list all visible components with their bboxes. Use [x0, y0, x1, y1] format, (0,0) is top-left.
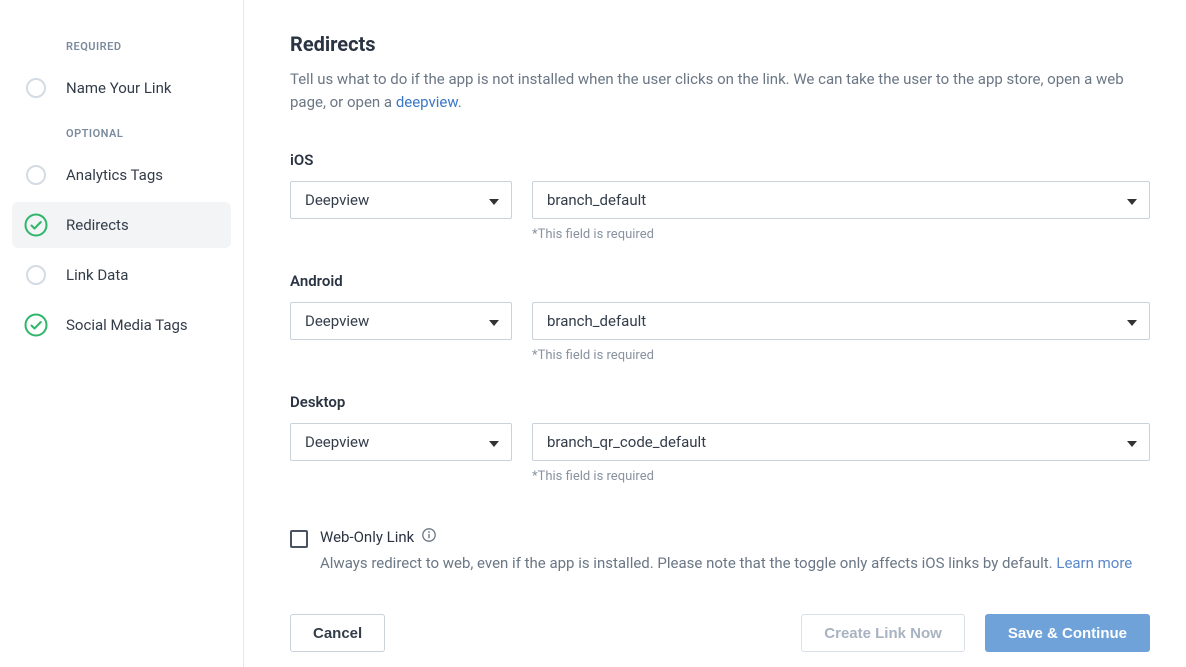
web-only-checkbox[interactable]: [290, 530, 308, 548]
sidebar: REQUIRED Name Your Link OPTIONAL Analyti…: [0, 0, 244, 667]
select-value: branch_default: [547, 312, 646, 330]
web-only-block: Web-Only Link Always redirect to web, ev…: [290, 528, 1150, 575]
desc-suffix: .: [458, 93, 462, 111]
create-link-now-button[interactable]: Create Link Now: [801, 614, 965, 652]
select-value: branch_default: [547, 191, 646, 209]
select-value: branch_qr_code_default: [547, 433, 706, 451]
sidebar-item-name-your-link[interactable]: Name Your Link: [12, 65, 231, 111]
ios-type-select[interactable]: Deepview: [290, 181, 512, 219]
helper-required: *This field is required: [532, 469, 1150, 484]
footer-actions: Cancel Create Link Now Save & Continue: [290, 614, 1150, 652]
android-type-select[interactable]: Deepview: [290, 302, 512, 340]
sidebar-header-optional: OPTIONAL: [12, 115, 231, 152]
chevron-down-icon: [1127, 433, 1137, 451]
web-only-desc-text: Always redirect to web, even if the app …: [320, 554, 1056, 572]
web-only-title-row: Web-Only Link: [320, 528, 1132, 546]
deepview-link[interactable]: deepview: [396, 93, 458, 111]
main-content: Redirects Tell us what to do if the app …: [244, 0, 1186, 667]
ios-value-select[interactable]: branch_default: [532, 181, 1150, 219]
chevron-down-icon: [489, 312, 499, 330]
chevron-down-icon: [489, 191, 499, 209]
desktop-type-select[interactable]: Deepview: [290, 423, 512, 461]
sidebar-item-label: Redirects: [66, 216, 129, 234]
sidebar-item-link-data[interactable]: Link Data: [12, 252, 231, 298]
sidebar-item-label: Name Your Link: [66, 79, 171, 97]
sidebar-item-label: Link Data: [66, 266, 128, 284]
desktop-value-select[interactable]: branch_qr_code_default: [532, 423, 1150, 461]
status-complete-icon: [24, 213, 48, 237]
select-value: Deepview: [305, 433, 369, 451]
android-value-select[interactable]: branch_default: [532, 302, 1150, 340]
field-block-desktop: Desktop Deepview branch_qr_code_default …: [290, 393, 1150, 484]
field-block-ios: iOS Deepview branch_default *This field …: [290, 151, 1150, 242]
sidebar-item-social-media-tags[interactable]: Social Media Tags: [12, 302, 231, 348]
sidebar-item-label: Social Media Tags: [66, 316, 188, 334]
field-label-android: Android: [290, 272, 1150, 290]
helper-required: *This field is required: [532, 227, 1150, 242]
web-only-desc: Always redirect to web, even if the app …: [320, 552, 1132, 575]
field-label-desktop: Desktop: [290, 393, 1150, 411]
sidebar-item-redirects[interactable]: Redirects: [12, 202, 231, 248]
chevron-down-icon: [1127, 312, 1137, 330]
info-icon[interactable]: [422, 528, 436, 546]
select-value: Deepview: [305, 191, 369, 209]
field-label-ios: iOS: [290, 151, 1150, 169]
learn-more-link[interactable]: Learn more: [1056, 554, 1132, 572]
chevron-down-icon: [489, 433, 499, 451]
cancel-button[interactable]: Cancel: [290, 614, 385, 652]
sidebar-item-analytics-tags[interactable]: Analytics Tags: [12, 152, 231, 198]
sidebar-item-label: Analytics Tags: [66, 166, 163, 184]
chevron-down-icon: [1127, 191, 1137, 209]
page-description: Tell us what to do if the app is not ins…: [290, 68, 1150, 115]
select-value: Deepview: [305, 312, 369, 330]
field-block-android: Android Deepview branch_default *This fi…: [290, 272, 1150, 363]
status-incomplete-icon: [24, 163, 48, 187]
status-incomplete-icon: [24, 76, 48, 100]
page-title: Redirects: [290, 32, 1150, 56]
web-only-title: Web-Only Link: [320, 528, 414, 546]
helper-required: *This field is required: [532, 348, 1150, 363]
save-continue-button[interactable]: Save & Continue: [985, 614, 1150, 652]
sidebar-header-required: REQUIRED: [12, 28, 231, 65]
status-complete-icon: [24, 313, 48, 337]
status-incomplete-icon: [24, 263, 48, 287]
